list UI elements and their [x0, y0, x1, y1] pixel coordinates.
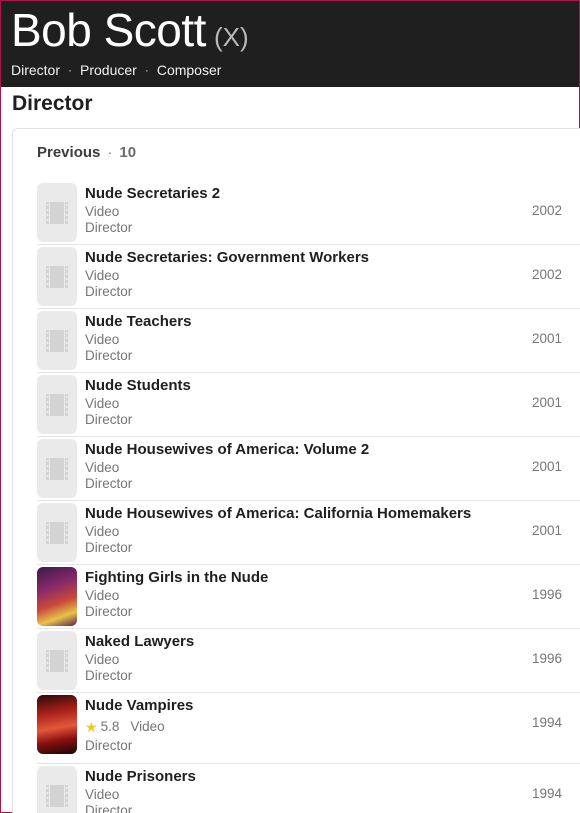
credit-type: Video — [85, 396, 120, 411]
credit-info: Nude Secretaries 2 Video Director — [85, 184, 220, 236]
film-icon — [46, 457, 68, 481]
credit-title[interactable]: Nude Secretaries: Government Workers — [85, 248, 369, 268]
credit-year: 2001 — [531, 523, 562, 538]
poster-placeholder[interactable] — [37, 766, 77, 813]
section-title: Director — [12, 92, 93, 115]
poster-placeholder[interactable] — [37, 439, 77, 498]
film-icon — [46, 201, 68, 225]
film-icon — [46, 329, 68, 353]
credit-info: Naked Lawyers Video Director — [85, 632, 194, 684]
credit-type: Video — [85, 268, 120, 283]
credit-title[interactable]: Nude Teachers — [85, 312, 191, 332]
credit-title[interactable]: Fighting Girls in the Nude — [85, 568, 268, 588]
credit-role: Director — [85, 604, 133, 619]
credit-row[interactable]: Nude Secretaries: Government Workers Vide… — [37, 245, 580, 309]
credit-year: 1996 — [531, 651, 562, 666]
credit-title[interactable]: Naked Lawyers — [85, 632, 194, 652]
rating-line: ★ 5.8 Video — [85, 716, 193, 738]
credit-info: Nude Teachers Video Director — [85, 312, 191, 364]
credit-year: 2001 — [531, 459, 562, 474]
credit-year: 2002 — [531, 203, 562, 218]
poster-image[interactable] — [37, 695, 77, 754]
credit-type: Video — [85, 787, 120, 802]
credit-title[interactable]: Nude Vampires — [85, 696, 193, 716]
poster-placeholder[interactable] — [37, 503, 77, 562]
credit-role: Director — [85, 220, 133, 235]
credit-role: Director — [85, 412, 133, 427]
person-name-row: Bob Scott (X) — [11, 3, 249, 64]
credit-info: Fighting Girls in the Nude Video Director — [85, 568, 268, 620]
credit-type: Video — [85, 204, 120, 219]
credit-row[interactable]: Nude Prisoners Video Director 1994 — [37, 764, 580, 813]
credit-title[interactable]: Nude Housewives of America: California H… — [85, 504, 471, 524]
credit-role: Director — [85, 540, 133, 555]
credit-info: Nude Vampires ★ 5.8 Video Director — [85, 696, 193, 754]
credit-info: Nude Secretaries: Government Workers Vide… — [85, 248, 369, 300]
credit-type: Video — [85, 588, 120, 603]
star-icon: ★ — [85, 719, 98, 735]
credit-info: Nude Housewives of America: Volume 2 Vide… — [85, 440, 369, 492]
person-name-suffix: (X) — [213, 22, 249, 52]
credit-role: Director — [85, 284, 133, 299]
credit-role: Director — [85, 348, 133, 363]
group-label: Previous — [37, 144, 101, 161]
credit-title[interactable]: Nude Prisoners — [85, 767, 196, 787]
credit-type: Video — [85, 332, 120, 347]
credit-type: Video — [85, 524, 120, 539]
poster-placeholder[interactable] — [37, 183, 77, 242]
credit-year: 1996 — [531, 587, 562, 602]
film-icon — [46, 649, 68, 673]
credit-row[interactable]: Nude Students Video Director 2001 — [37, 373, 580, 437]
credit-info: Nude Prisoners Video Director — [85, 767, 196, 813]
credit-info: Nude Housewives of America: California H… — [85, 504, 471, 556]
person-name: Bob Scott — [11, 4, 206, 56]
credit-type: Video — [130, 719, 165, 734]
credit-title[interactable]: Nude Secretaries 2 — [85, 184, 220, 204]
credits-list: Nude Secretaries 2 Video Director 2002 Nude… — [37, 181, 580, 813]
role-separator: · — [68, 63, 73, 77]
credit-row[interactable]: Nude Housewives of America: Volume 2 Vide… — [37, 437, 580, 501]
credit-role: Director — [85, 738, 133, 753]
credit-year: 1994 — [531, 715, 562, 730]
credit-year: 2001 — [531, 331, 562, 346]
credit-row[interactable]: Nude Housewives of America: California H… — [37, 501, 580, 565]
credit-row[interactable]: Naked Lawyers Video Director 1996 — [37, 629, 580, 693]
credit-type: Video — [85, 460, 120, 475]
credit-row[interactable]: Fighting Girls in the Nude Video Director 1… — [37, 565, 580, 629]
poster-placeholder[interactable] — [37, 375, 77, 434]
credit-row[interactable]: Nude Teachers Video Director 2001 — [37, 309, 580, 373]
role-producer: Producer — [80, 62, 137, 78]
film-icon — [46, 521, 68, 545]
film-icon — [46, 784, 68, 808]
group-separator: · — [107, 144, 113, 161]
poster-placeholder[interactable] — [37, 247, 77, 306]
credit-type: Video — [85, 652, 120, 667]
credit-row[interactable]: Nude Vampires ★ 5.8 Video Director 1994 — [37, 693, 580, 764]
credit-year: 1994 — [531, 786, 562, 801]
credit-row[interactable]: Nude Secretaries 2 Video Director 2002 — [37, 181, 580, 245]
credit-role: Director — [85, 803, 133, 813]
poster-image[interactable] — [37, 567, 77, 626]
credit-year: 2001 — [531, 395, 562, 410]
credit-title[interactable]: Nude Students — [85, 376, 191, 396]
role-separator: · — [144, 63, 149, 77]
role-director: Director — [11, 62, 61, 78]
role-composer: Composer — [156, 62, 222, 78]
credits-group-header[interactable]: Previous · 10 — [37, 144, 136, 161]
poster-placeholder[interactable] — [37, 631, 77, 690]
rating-value: 5.8 — [100, 719, 120, 734]
credit-year: 2002 — [531, 267, 562, 282]
poster-placeholder[interactable] — [37, 311, 77, 370]
film-icon — [46, 393, 68, 417]
person-roles: Director · Producer · Composer — [11, 62, 221, 78]
credit-role: Director — [85, 476, 133, 491]
credit-info: Nude Students Video Director — [85, 376, 191, 428]
person-header: Bob Scott (X) Director · Producer · Comp… — [1, 1, 579, 87]
credit-title[interactable]: Nude Housewives of America: Volume 2 — [85, 440, 369, 460]
group-count: 10 — [119, 144, 137, 161]
film-icon — [46, 265, 68, 289]
credit-role: Director — [85, 668, 133, 683]
credits-panel: Previous · 10 Nude Secretaries 2 Video Dir… — [12, 128, 580, 813]
